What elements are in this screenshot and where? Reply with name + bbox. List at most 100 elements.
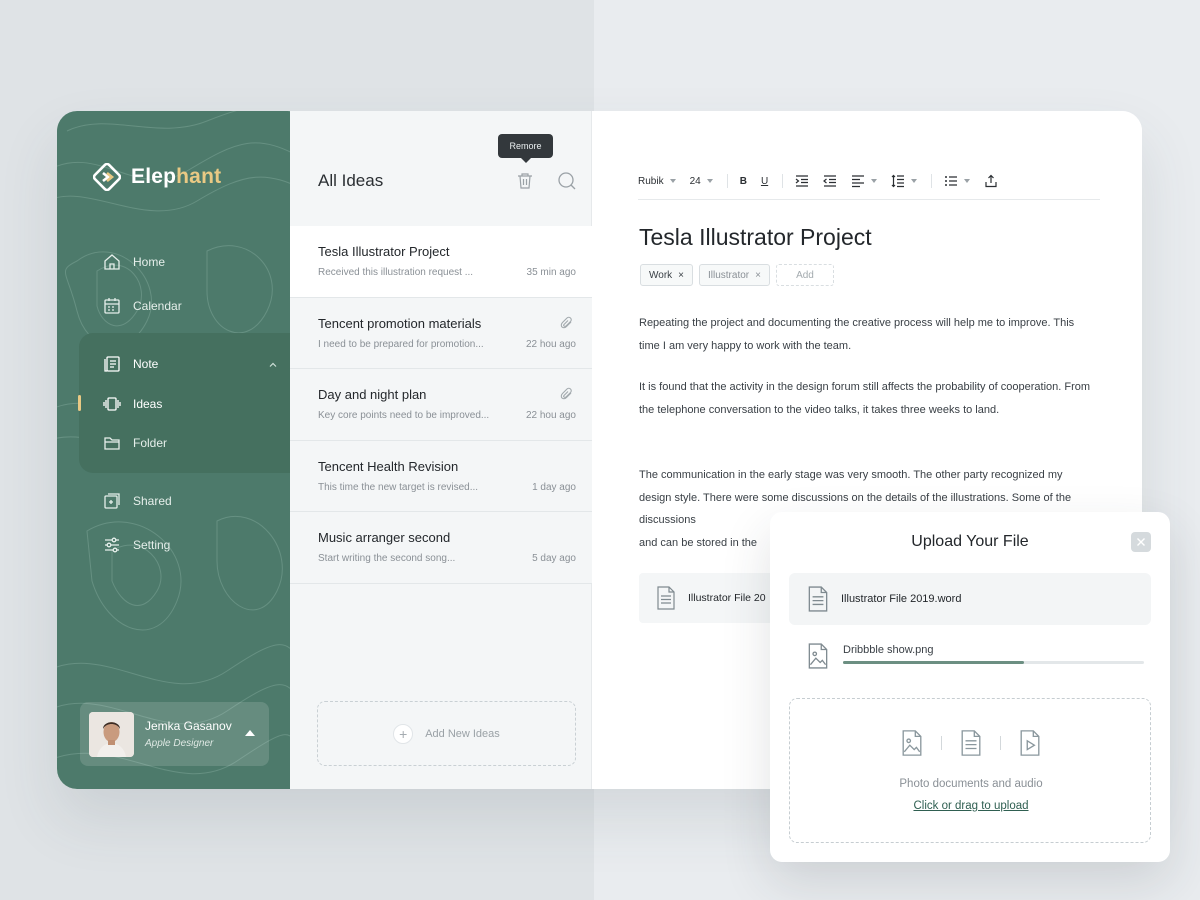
attachment-name: Illustrator File 20 (688, 592, 766, 604)
uploading-file-row[interactable] (789, 630, 1151, 682)
home-icon (104, 254, 120, 270)
settings-sliders-icon (105, 537, 119, 553)
list-item[interactable]: Music arranger second Start writing the … (290, 512, 592, 584)
uploaded-file-row[interactable]: Illustrator File 2019.word (789, 573, 1151, 625)
toolbar-divider (782, 174, 784, 188)
app-name-part1: Elep (131, 165, 177, 188)
bulleted-list-icon (945, 176, 958, 186)
icon-divider (941, 736, 942, 750)
photo-icon (902, 730, 922, 756)
font-size-select[interactable]: 24 (690, 174, 713, 188)
list-item-time: 22 hou ago (525, 410, 576, 421)
user-card[interactable]: Jemka Gasanov Apple Designer (80, 702, 269, 766)
tag-illustrator[interactable]: Illustrator × (699, 264, 770, 286)
nav-folder[interactable]: Folder (103, 434, 167, 452)
toolbar-divider (726, 174, 728, 188)
document-file-icon (657, 586, 675, 610)
note-icon (104, 356, 120, 372)
delete-button[interactable] (514, 170, 536, 192)
paperclip-icon (560, 316, 572, 328)
nav-ideas[interactable]: Ideas (103, 395, 162, 413)
caret-up-icon[interactable] (245, 730, 255, 736)
list-item[interactable]: Day and night plan Key core points need … (290, 369, 592, 441)
bold-button[interactable]: B (740, 174, 747, 188)
nav-calendar-label: Calendar (133, 299, 182, 313)
tag-label: Illustrator (708, 269, 750, 281)
remove-tag-icon[interactable]: × (755, 270, 761, 281)
list-item-title: Day and night plan (318, 387, 427, 402)
paragraph[interactable]: It is found that the activity in the des… (639, 376, 1094, 421)
bold-label: B (739, 175, 747, 187)
user-name: Jemka Gasanov (145, 719, 232, 733)
app-name: Elephant (131, 165, 221, 189)
line-height-select[interactable] (891, 174, 918, 188)
line-height-icon (891, 174, 905, 188)
share-upload-icon (985, 174, 997, 188)
list-item-title: Tencent promotion materials (318, 315, 482, 331)
tag-list: Work × Illustrator × Add (640, 264, 834, 286)
drop-zone[interactable]: Photo documents and audio Click or drag … (789, 698, 1151, 843)
add-new-ideas-button[interactable]: + Add New Ideas (317, 701, 576, 766)
active-indicator (78, 395, 81, 411)
avatar (89, 712, 134, 757)
upload-progress-fill (843, 661, 1024, 664)
nav-setting[interactable]: Setting (103, 536, 170, 554)
drop-zone-text: Photo documents and audio (899, 778, 1043, 790)
icon-divider (1000, 736, 1001, 750)
nav-shared-label: Shared (133, 494, 172, 508)
indent-icon (795, 175, 809, 187)
font-family-select[interactable]: Rubik (638, 174, 676, 188)
nav-folder-label: Folder (133, 436, 168, 450)
upload-modal: Upload Your File Illustrator File 2019.w… (770, 512, 1170, 862)
list-item-title: Music arranger second (318, 530, 451, 545)
user-role: Apple Designer (145, 738, 214, 749)
remove-tag-icon[interactable]: × (678, 270, 684, 281)
underline-button[interactable]: U (761, 174, 768, 188)
list-item[interactable]: Tencent Health Revision This time the ne… (290, 440, 592, 512)
nav-home[interactable]: Home (103, 253, 165, 271)
avatar-image (89, 712, 134, 757)
outdent-button[interactable] (823, 174, 837, 188)
uploading-file-name: Dribbble show.png (843, 644, 934, 656)
sidebar: Elephant Home Calendar Note Ideas Folder… (57, 111, 290, 789)
app-name-part2: hant (176, 165, 222, 188)
indent-button[interactable] (795, 174, 809, 188)
font-family-value: Rubik (638, 175, 664, 187)
upload-link[interactable]: Click or drag to upload (790, 800, 1152, 812)
document-icon (961, 730, 981, 756)
tag-label: Work (649, 269, 673, 281)
nav-calendar[interactable]: Calendar (103, 297, 182, 315)
add-tag-label: Add (796, 269, 814, 281)
font-size-value: 24 (689, 175, 701, 187)
paperclip-icon (560, 387, 572, 400)
align-select[interactable] (851, 174, 878, 188)
dropdown-arrow-icon (871, 179, 878, 183)
close-button[interactable] (1131, 532, 1151, 552)
chevron-up-icon[interactable] (268, 360, 278, 370)
add-tag-button[interactable]: Add (775, 264, 834, 286)
uploaded-file-name: Illustrator File 2019.word (841, 593, 962, 605)
document-file-icon (808, 586, 828, 612)
list-item-snippet: I need to be prepared for promotion... (318, 338, 484, 350)
list-item-title: Tencent Health Revision (318, 458, 459, 474)
image-file-icon (808, 643, 828, 669)
list-item[interactable]: Tesla Illustrator Project Received this … (290, 226, 592, 298)
search-button[interactable] (556, 170, 578, 192)
ideas-list: Tesla Illustrator Project Received this … (290, 226, 592, 584)
nav-note[interactable]: Note (103, 355, 158, 373)
list-select[interactable] (944, 174, 971, 188)
share-button[interactable] (984, 174, 998, 188)
trash-icon (518, 173, 532, 189)
list-item-time: 1 day ago (532, 481, 576, 493)
list-item-time: 22 hou ago (525, 338, 576, 350)
tag-work[interactable]: Work × (640, 264, 693, 286)
list-item-time: 5 day ago (532, 553, 576, 564)
app-logo[interactable]: Elephant (93, 163, 221, 191)
paragraph[interactable]: Repeating the project and documenting th… (639, 312, 1094, 357)
list-item[interactable]: Tencent promotion materials I need to be… (290, 297, 592, 369)
document-title[interactable]: Tesla Illustrator Project (639, 224, 872, 251)
nav-shared[interactable]: Shared (103, 492, 172, 510)
list-item-snippet: This time the new target is revised... (318, 481, 479, 493)
upload-progress-track (843, 661, 1144, 664)
list-item-title: Tesla Illustrator Project (318, 244, 450, 259)
